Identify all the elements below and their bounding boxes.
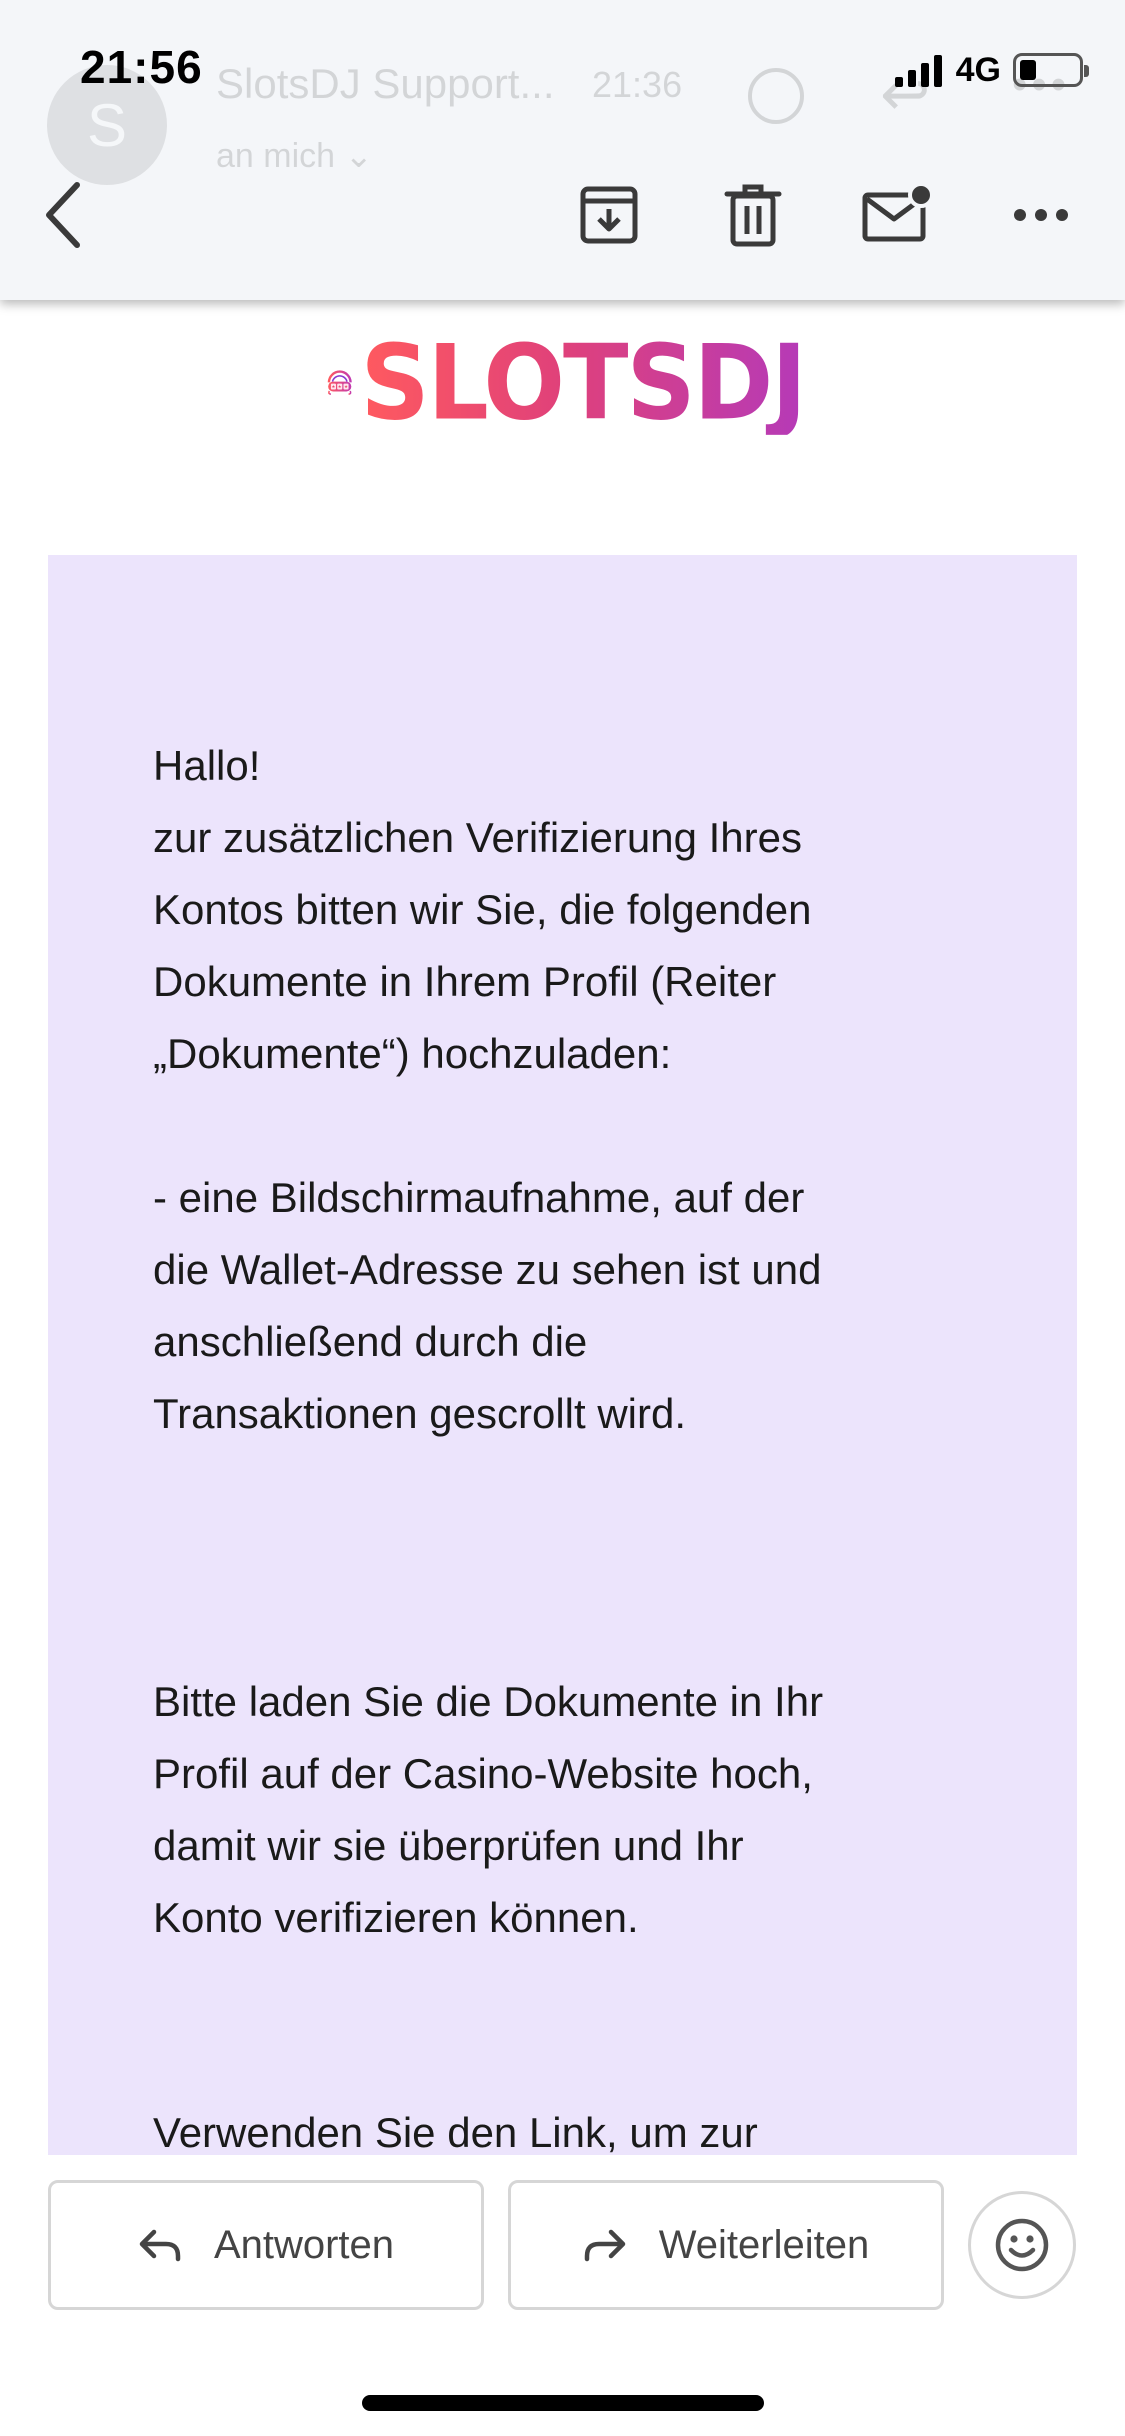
trash-icon xyxy=(724,184,782,247)
reply-button[interactable]: Antworten xyxy=(48,2180,484,2310)
more-button[interactable] xyxy=(996,170,1086,260)
forward-button[interactable]: Weiterleiten xyxy=(508,2180,944,2310)
email-line: damit wir sie überprüfen und Ihr xyxy=(153,1822,744,1869)
mail-unread-icon xyxy=(862,183,933,242)
forward-label: Weiterleiten xyxy=(658,2222,870,2267)
svg-text:★: ★ xyxy=(338,384,342,390)
email-line: zur zusätzlichen Verifizierung Ihres xyxy=(153,814,802,861)
slot-machine-logo-icon: ★ ★ ★ xyxy=(327,370,352,395)
chevron-left-icon xyxy=(46,182,80,248)
mark-unread-button[interactable] xyxy=(852,170,942,260)
delete-button[interactable] xyxy=(708,170,798,260)
email-line: Bitte laden Sie die Dokumente in Ihr xyxy=(153,1678,824,1725)
emoji-reaction-button[interactable] xyxy=(968,2191,1076,2299)
status-time: 21:56 xyxy=(80,41,203,93)
app-header: S SlotsDJ Support... 21:36 an mich ⌄ ↩ •… xyxy=(0,0,1125,300)
back-button[interactable] xyxy=(20,170,110,260)
email-body-card: Hallo! zur zusätzlichen Verifizierung Ih… xyxy=(48,555,1077,2156)
reply-label: Antworten xyxy=(213,2222,395,2267)
sender-time: 21:36 xyxy=(592,64,683,105)
archive-icon xyxy=(580,186,638,244)
archive-button[interactable] xyxy=(564,170,654,260)
email-screen: S SlotsDJ Support... 21:36 an mich ⌄ ↩ •… xyxy=(0,0,1125,2436)
sender-name: SlotsDJ Support... xyxy=(216,60,555,107)
network-type: 4G xyxy=(955,50,1001,89)
status-indicators: 4G xyxy=(894,44,1089,96)
email-line: „Dokumente“) hochzuladen: xyxy=(153,1030,672,1077)
email-line: anschließend durch die xyxy=(153,1318,588,1365)
email-line: die Wallet-Adresse zu sehen ist und xyxy=(153,1246,822,1293)
svg-text:★: ★ xyxy=(344,384,348,390)
faded-sender-row: S SlotsDJ Support... 21:36 an mich ⌄ ↩ •… xyxy=(0,0,1125,200)
battery-icon xyxy=(1013,53,1089,87)
email-line: - eine Bildschirmaufnahme, auf der xyxy=(153,1174,805,1221)
email-line: Hallo! xyxy=(153,742,261,789)
sender-recipient: an mich ⌄ xyxy=(216,137,373,175)
forward-icon xyxy=(584,2229,626,2262)
more-icon xyxy=(1014,209,1068,221)
email-line: Kontos bitten wir Sie, die folgenden xyxy=(153,886,812,933)
svg-text:★: ★ xyxy=(332,384,336,390)
sender-emoji-icon xyxy=(748,68,804,124)
smiley-icon xyxy=(995,2218,1049,2272)
email-line: Profil auf der Casino-Website hoch, xyxy=(153,1750,813,1797)
bottom-action-bar: Antworten Weiterleiten xyxy=(0,2155,1125,2436)
logo-text: SLOTSDJ xyxy=(360,322,807,444)
reply-icon xyxy=(139,2229,181,2262)
email-line: Dokumente in Ihrem Profil (Reiter xyxy=(153,958,777,1005)
slotsdj-logo: ★ ★ ★ SLOTSDJ xyxy=(325,318,807,448)
email-line: Konto verifizieren können. xyxy=(153,1894,639,1941)
signal-icon xyxy=(894,53,942,87)
home-indicator[interactable] xyxy=(362,2395,764,2411)
email-line: Transaktionen gescrollt wird. xyxy=(153,1390,686,1437)
